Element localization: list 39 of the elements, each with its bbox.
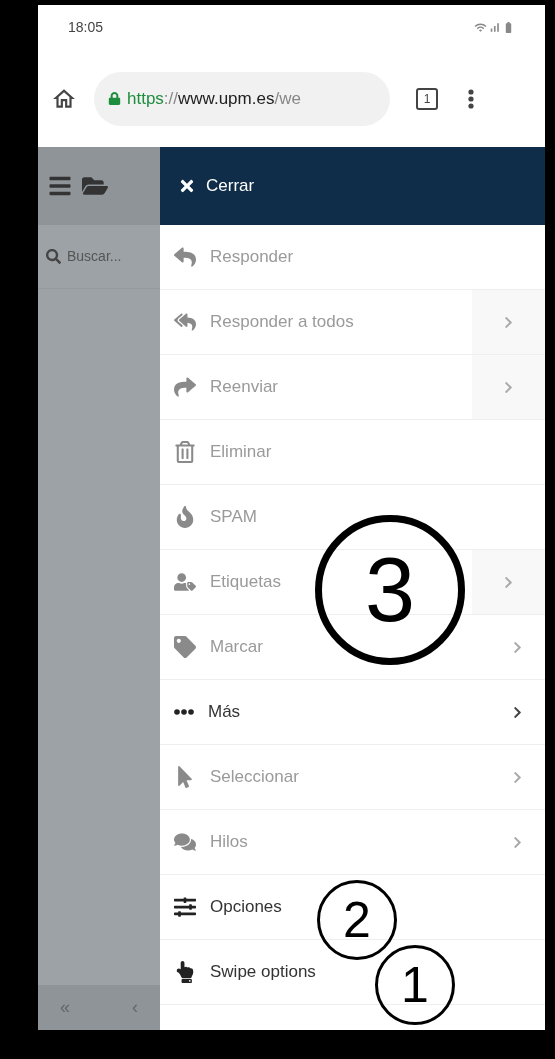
menu-icon[interactable] — [48, 174, 72, 198]
tab-count-button[interactable]: 1 — [416, 87, 438, 110]
chevron-icon — [511, 835, 524, 849]
search-field[interactable]: Buscar... — [67, 246, 147, 267]
search-icon — [46, 249, 61, 264]
chevron-icon — [502, 380, 515, 394]
pager-button[interactable]: ‹ — [132, 994, 138, 1021]
address-bar[interactable]: https://www.upm.es/we — [94, 71, 390, 126]
menu-item[interactable]: Opciones — [160, 875, 290, 939]
user-tag-icon — [174, 571, 196, 593]
reply-icon — [174, 246, 196, 268]
annotation-number: 3 — [315, 515, 465, 665]
sliders-icon — [174, 896, 196, 918]
wifi-icon — [474, 21, 487, 34]
close-button[interactable]: Cerrar — [160, 147, 545, 225]
dots-icon — [174, 709, 194, 715]
url-text: https://www.upm.es/we — [127, 87, 301, 110]
hand-icon — [174, 961, 196, 983]
tag-icon — [174, 636, 196, 658]
more-icon — [468, 88, 474, 109]
chevron-icon — [511, 640, 524, 654]
chevron-icon — [502, 575, 515, 589]
status-time: 18:05 — [68, 18, 104, 37]
pager-button[interactable]: « — [60, 994, 70, 1021]
chevron-icon — [511, 705, 524, 719]
menu-button[interactable] — [468, 88, 474, 109]
close-icon — [178, 177, 196, 195]
chevron-icon — [502, 315, 515, 329]
signal-icon — [488, 21, 501, 34]
chevron-icon — [511, 770, 524, 784]
flame-icon — [174, 506, 196, 528]
menu-item[interactable]: Más — [160, 680, 249, 744]
chat-bubbles-icon — [174, 831, 196, 853]
forward-arrow-icon — [174, 376, 196, 398]
reply-all-icon — [174, 311, 196, 333]
annotation-number: 2 — [317, 880, 397, 960]
trash-icon — [174, 441, 196, 463]
annotation-number: 1 — [375, 945, 455, 1025]
lock-icon — [108, 92, 121, 105]
